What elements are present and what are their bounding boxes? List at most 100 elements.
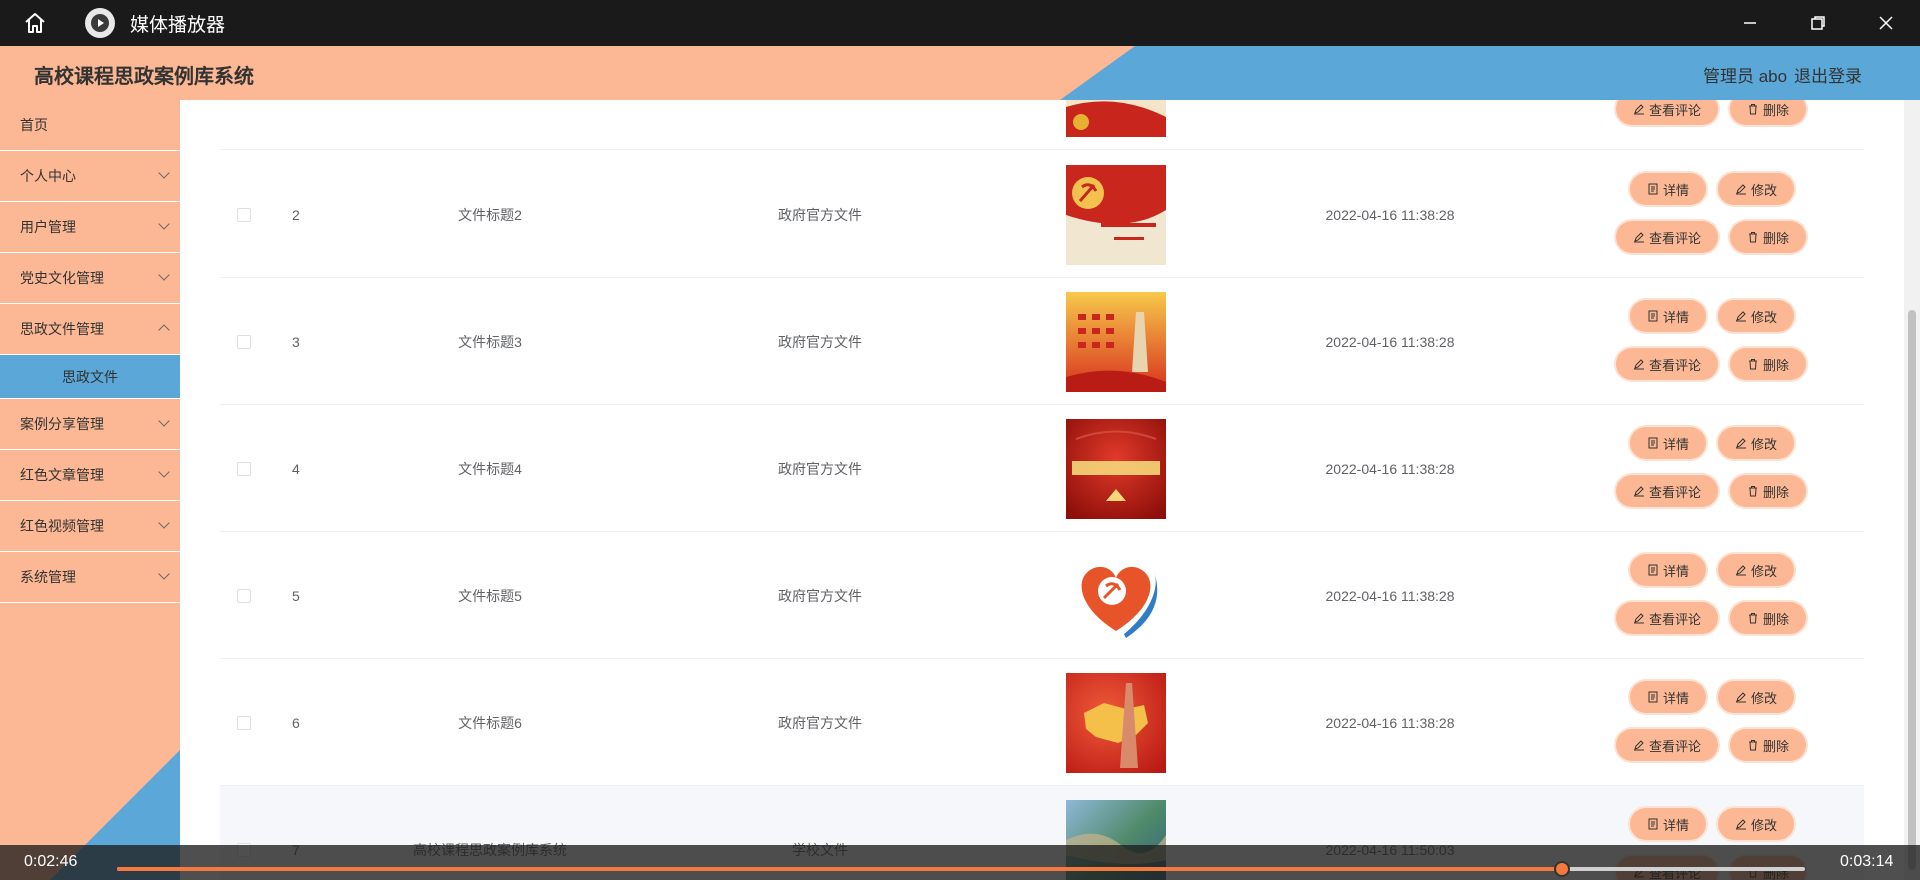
view-comments-button[interactable]: 查看评论 (1616, 221, 1718, 253)
button-label: 修改 (1750, 182, 1777, 198)
file-type: 政府官方文件 (778, 714, 862, 731)
button-label: 查看评论 (1648, 357, 1701, 373)
seek-bar-handle[interactable] (1553, 861, 1570, 877)
button-label: 修改 (1750, 817, 1777, 833)
edit-button[interactable]: 修改 (1718, 173, 1794, 205)
chevron-down-icon (158, 167, 170, 179)
chevron-down-icon (158, 218, 170, 230)
delete-button[interactable]: 删除 (1730, 602, 1806, 634)
sidebar-item-label: 红色文章管理 (20, 467, 104, 483)
edit-icon (1633, 740, 1644, 751)
scrollbar-thumb[interactable] (1908, 310, 1916, 870)
sidebar-item-label: 用户管理 (20, 219, 76, 235)
view-comments-button[interactable]: 查看评论 (1616, 348, 1718, 380)
row-checkbox[interactable] (237, 461, 251, 476)
sidebar-item-system[interactable]: 系统管理 (0, 552, 180, 603)
document-icon (1648, 691, 1658, 703)
logout-link[interactable]: 退出登录 (1794, 62, 1862, 87)
view-comments-button[interactable]: 查看评论 (1616, 475, 1718, 507)
button-label: 删除 (1762, 484, 1789, 500)
app-title: 高校课程思政案例库系统 (34, 66, 254, 88)
thumbnail-image[interactable] (1066, 418, 1166, 519)
home-icon[interactable] (0, 0, 70, 46)
sidebar-item-party-history[interactable]: 党史文化管理 (0, 253, 180, 304)
edit-icon (1633, 104, 1644, 115)
detail-button[interactable]: 详情 (1630, 173, 1706, 205)
minimize-icon[interactable] (1716, 0, 1784, 46)
row-checkbox[interactable] (237, 588, 251, 603)
sidebar-subitem-label: 思政文件 (62, 368, 118, 385)
sidebar-item-ideology-files[interactable]: 思政文件管理 (0, 304, 180, 355)
view-comments-button[interactable]: 查看评论 (1616, 729, 1718, 761)
delete-button[interactable]: 删除 (1730, 729, 1806, 761)
detail-button[interactable]: 详情 (1630, 681, 1706, 713)
sidebar-item-personal-center[interactable]: 个人中心 (0, 151, 180, 202)
edit-icon (1735, 311, 1746, 322)
document-icon (1648, 437, 1658, 449)
sidebar-item-user-management[interactable]: 用户管理 (0, 202, 180, 253)
thumbnail-image[interactable] (1066, 100, 1166, 137)
edit-icon (1735, 184, 1746, 195)
seek-bar-progress (117, 867, 1562, 871)
detail-button[interactable]: 详情 (1630, 300, 1706, 332)
edit-icon (1735, 438, 1746, 449)
chevron-down-icon (158, 415, 170, 427)
delete-button[interactable]: 删除 (1730, 221, 1806, 253)
edit-button[interactable]: 修改 (1718, 681, 1794, 713)
seek-bar[interactable] (117, 861, 1805, 877)
sidebar: 首页 个人中心 用户管理 党史文化管理 思政文件管理 思政文件 案例分享管理 红… (0, 100, 180, 880)
thumbnail-image[interactable] (1066, 545, 1166, 646)
view-comments-button[interactable]: 查看评论 (1616, 602, 1718, 634)
restore-icon[interactable] (1784, 0, 1852, 46)
sidebar-item-red-videos[interactable]: 红色视频管理 (0, 501, 180, 552)
table-row[interactable]: 2 文件标题2 政府官方文件 2022-04-16 11:38:28 详情 修改… (220, 151, 1864, 278)
button-label: 删除 (1762, 738, 1789, 754)
row-checkbox[interactable] (237, 207, 251, 222)
sidebar-item-label: 思政文件管理 (20, 321, 104, 337)
view-comments-button[interactable]: 查看评论 (1616, 100, 1718, 125)
table-row[interactable]: 6 文件标题6 政府官方文件 2022-04-16 11:38:28 详情 修改 (220, 659, 1864, 786)
thumbnail-image[interactable] (1066, 291, 1166, 392)
edit-icon (1735, 692, 1746, 703)
delete-button[interactable]: 删除 (1730, 348, 1806, 380)
row-checkbox[interactable] (237, 715, 251, 730)
sidebar-item-label: 个人中心 (20, 168, 76, 184)
delete-button[interactable]: 删除 (1730, 475, 1806, 507)
row-checkbox[interactable] (237, 334, 251, 349)
sidebar-item-red-articles[interactable]: 红色文章管理 (0, 450, 180, 501)
table-row[interactable]: 5 文件标题5 政府官方文件 2022-04-16 11:38:28 详情 修改… (220, 532, 1864, 659)
delete-button[interactable]: 删除 (1730, 100, 1806, 125)
edit-button[interactable]: 修改 (1718, 427, 1794, 459)
edit-icon (1735, 565, 1746, 576)
current-user: 管理员 abo (1703, 67, 1788, 86)
trash-icon (1748, 740, 1757, 751)
created-time: 2022-04-16 11:38:28 (1325, 206, 1455, 223)
sidebar-subitem-ideology-file[interactable]: 思政文件 (0, 355, 180, 399)
duration: 0:03:14 (1840, 853, 1894, 870)
sidebar-item-case-sharing[interactable]: 案例分享管理 (0, 399, 180, 450)
sidebar-item-home[interactable]: 首页 (0, 100, 180, 151)
button-label: 详情 (1662, 690, 1689, 706)
page-scrollbar[interactable] (1904, 100, 1920, 880)
document-icon (1648, 564, 1658, 576)
detail-button[interactable]: 详情 (1630, 554, 1706, 586)
table-row[interactable]: 3 文件标题3 政府官方文件 2022-04-16 11:38:28 详情 修改… (220, 278, 1864, 405)
detail-button[interactable]: 详情 (1630, 808, 1706, 840)
edit-icon (1633, 486, 1644, 497)
edit-button[interactable]: 修改 (1718, 808, 1794, 840)
table-row[interactable]: 4 文件标题4 政府官方文件 2022-04-16 11:38:28 详情 修改… (220, 405, 1864, 532)
file-type: 政府官方文件 (778, 333, 862, 350)
created-time: 2022-04-16 11:38:28 (1325, 460, 1455, 477)
button-label: 查看评论 (1648, 484, 1701, 500)
media-player-logo-icon (85, 8, 115, 38)
thumbnail-image[interactable] (1066, 672, 1166, 773)
sidebar-item-label: 党史文化管理 (20, 270, 104, 286)
document-icon (1648, 310, 1658, 322)
edit-button[interactable]: 修改 (1718, 300, 1794, 332)
edit-button[interactable]: 修改 (1718, 554, 1794, 586)
detail-button[interactable]: 详情 (1630, 427, 1706, 459)
row-index: 6 (292, 714, 300, 731)
thumbnail-image[interactable] (1066, 164, 1166, 265)
close-icon[interactable] (1852, 0, 1920, 46)
chevron-up-icon (158, 324, 170, 336)
